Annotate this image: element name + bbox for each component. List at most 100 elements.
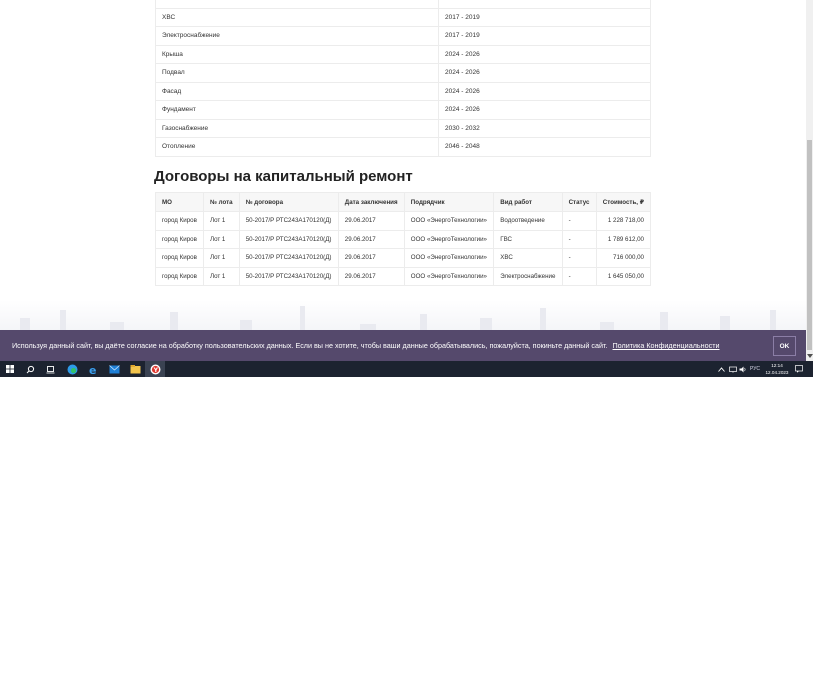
svg-text:Y: Y — [152, 367, 158, 374]
contracts-column-header: № лота — [203, 192, 240, 212]
tray-overflow-chevron-icon[interactable] — [718, 361, 725, 377]
contract-cell: город Киров — [154, 229, 205, 249]
schedule-period-cell: 2017 - 2019 — [438, 0, 651, 9]
schedule-period-cell: 2024 - 2026 — [438, 82, 651, 101]
contract-cell: Лот 1 — [203, 229, 240, 249]
schedule-system-cell: Отопление — [155, 137, 439, 157]
mail-icon[interactable] — [104, 361, 124, 377]
contract-cell: ХВС — [493, 248, 563, 268]
schedule-row: Фасад 2024 - 2026 — [155, 82, 651, 101]
contract-cell: город Киров — [154, 211, 205, 231]
contracts-table-header: МО № лота № договора Дата заключения Подрядч… — [154, 192, 652, 212]
clock-time: 12:14 — [771, 363, 783, 368]
schedule-system-cell: Газоснабжение — [155, 119, 439, 138]
notifications-icon[interactable] — [795, 361, 803, 377]
cookie-message: Используя данный сайт, вы даёте согласие… — [12, 341, 720, 350]
schedule-row: ГВС2017 - 2019 — [155, 0, 651, 9]
system-clock[interactable]: 12:14 12.04.2023 — [762, 362, 792, 376]
schedule-system-cell: Фасад — [155, 82, 439, 101]
edge-icon[interactable] — [62, 361, 82, 377]
yandex-browser-icon[interactable]: Y — [145, 361, 165, 377]
schedule-system-cell: ХВС — [155, 8, 439, 27]
schedule-row: Отопление 2046 - 2048 — [155, 137, 651, 157]
contract-row: город Киров Лот 1 50-2017/Р РТС243А170120(… — [154, 266, 652, 286]
contract-cell: 29.06.2017 — [337, 266, 405, 286]
contracts-column-header: МО — [154, 192, 205, 212]
schedule-period-cell: 2017 - 2019 — [438, 8, 651, 27]
contract-cell: город Киров — [154, 266, 205, 286]
search-icon[interactable] — [20, 361, 40, 377]
contract-cell: ООО «ЭнергоТехнологии» — [403, 266, 495, 286]
browser-viewport: ГВС2017 - 2019ХВС2017 - 2019Электроснабж… — [0, 0, 813, 361]
contract-cell: 29.06.2017 — [337, 211, 405, 231]
contract-cell: - — [561, 266, 597, 286]
schedule-system-cell: ГВС — [155, 0, 439, 9]
contract-cell: - — [561, 211, 597, 231]
contracts-column-header: № договора — [238, 192, 339, 212]
contracts-column-header: Статус — [561, 192, 597, 212]
page-scrollbar[interactable] — [806, 0, 813, 361]
schedule-row: Газоснабжение 2030 - 2032 — [155, 119, 651, 138]
contract-cell: 50-2017/Р РТС243А170120(Д) — [238, 248, 339, 268]
scrollbar-thumb[interactable] — [807, 140, 812, 350]
internet-explorer-icon[interactable]: e — [83, 361, 103, 377]
task-view-icon[interactable] — [40, 361, 60, 377]
contract-cell: 50-2017/Р РТС243А170120(Д) — [238, 229, 339, 249]
contract-cell: 1 645 050,00 — [595, 266, 652, 286]
contract-cell: город Киров — [154, 248, 205, 268]
scroll-down-arrow-icon[interactable] — [807, 354, 813, 358]
cookie-message-text: Используя данный сайт, вы даёте согласие… — [12, 341, 608, 350]
schedule-row: ХВС 2017 - 2019 — [155, 8, 651, 27]
contract-cell: Электроснабжение — [493, 266, 563, 286]
schedule-period-cell: 2017 - 2019 — [438, 26, 651, 46]
contracts-column-header: Стоимость, ₽ — [595, 192, 652, 212]
cookie-ok-button[interactable]: OK — [773, 336, 796, 356]
windows-taskbar: e Y РУС 12:14 12.04.2023 — [0, 361, 813, 377]
contract-cell: 50-2017/Р РТС243А170120(Д) — [238, 211, 339, 231]
contract-cell: 1 228 718,00 — [595, 211, 652, 231]
contract-cell: Лот 1 — [203, 248, 240, 268]
contracts-heading: Договоры на капитальный ремонт — [154, 168, 413, 185]
schedule-system-cell: Крыша — [155, 45, 439, 64]
schedule-period-cell: 2024 - 2026 — [438, 100, 651, 120]
clock-date: 12.04.2023 — [765, 370, 789, 375]
contract-cell: 50-2017/Р РТС243А170120(Д) — [238, 266, 339, 286]
schedule-row: Фундамент 2024 - 2026 — [155, 100, 651, 120]
contract-cell: 1 789 612,00 — [595, 229, 652, 249]
schedule-period-cell: 2030 - 2032 — [438, 119, 651, 138]
cookie-banner: Используя данный сайт, вы даёте согласие… — [0, 330, 806, 361]
contracts-column-header: Дата заключения — [337, 192, 405, 212]
file-explorer-icon[interactable] — [125, 361, 145, 377]
contracts-column-header: Подрядчик — [403, 192, 495, 212]
schedule-system-cell: Фундамент — [155, 100, 439, 120]
volume-icon[interactable] — [739, 361, 747, 377]
schedule-system-cell: Подвал — [155, 63, 439, 83]
schedule-row: Электроснабжение 2017 - 2019 — [155, 26, 651, 46]
contract-cell: Водоотведение — [493, 211, 563, 231]
contract-cell: ГВС — [493, 229, 563, 249]
contract-cell: Лот 1 — [203, 211, 240, 231]
repair-schedule-table: ГВС2017 - 2019ХВС2017 - 2019Электроснабж… — [155, 0, 651, 157]
schedule-system-cell: Электроснабжение — [155, 26, 439, 46]
svg-text:e: e — [89, 364, 96, 375]
contract-cell: - — [561, 248, 597, 268]
contract-row: город Киров Лот 1 50-2017/Р РТС243А170120(… — [154, 211, 652, 231]
contracts-column-header: Вид работ — [493, 192, 563, 212]
contract-cell: 716 000,00 — [595, 248, 652, 268]
privacy-policy-link[interactable]: Политика Конфиденциальности — [613, 341, 720, 350]
contract-row: город Киров Лот 1 50-2017/Р РТС243А170120(… — [154, 248, 652, 268]
schedule-row: Подвал 2024 - 2026 — [155, 63, 651, 83]
contract-row: город Киров Лот 1 50-2017/Р РТС243А170120(… — [154, 229, 652, 249]
schedule-period-cell: 2024 - 2026 — [438, 63, 651, 83]
contract-cell: 29.06.2017 — [337, 248, 405, 268]
schedule-period-cell: 2046 - 2048 — [438, 137, 651, 157]
network-icon[interactable] — [729, 361, 737, 377]
schedule-row: Крыша 2024 - 2026 — [155, 45, 651, 64]
windows-start-icon[interactable] — [0, 361, 20, 377]
contract-cell: ООО «ЭнергоТехнологии» — [403, 248, 495, 268]
language-indicator[interactable]: РУС — [750, 361, 760, 377]
contract-cell: Лот 1 — [203, 266, 240, 286]
contract-cell: 29.06.2017 — [337, 229, 405, 249]
schedule-period-cell: 2024 - 2026 — [438, 45, 651, 64]
contracts-table: МО № лота № договора Дата заключения Подрядч… — [154, 192, 652, 286]
